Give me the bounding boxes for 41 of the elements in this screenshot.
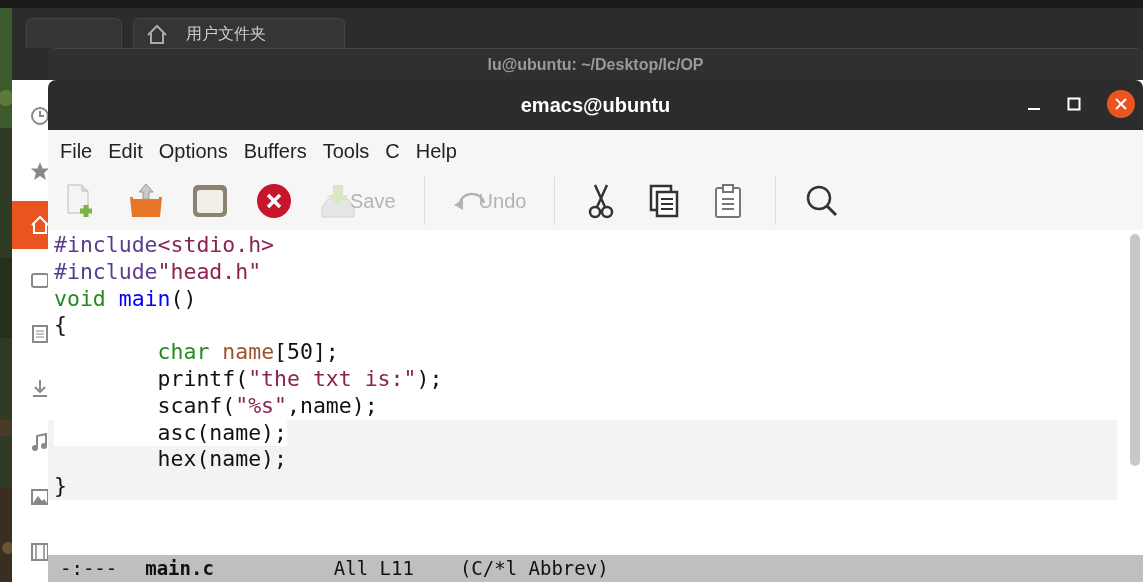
music-icon (30, 432, 50, 453)
open-button[interactable] (128, 183, 164, 219)
buffer-name: main.c (145, 556, 214, 582)
code-line: printf("the txt is:"); (156, 366, 443, 393)
folder-upload-icon (128, 183, 164, 219)
close-icon[interactable] (1107, 90, 1135, 118)
folder-icon (192, 183, 228, 219)
menu-item[interactable]: Tools (314, 136, 378, 166)
clock-icon (30, 106, 50, 127)
code-line: { (54, 312, 67, 340)
major-mode: (C/*l Abbrev) (459, 556, 609, 582)
code-line: char name[50]; (156, 339, 339, 366)
code-line: } (54, 473, 67, 500)
buffer-position: All L11 (333, 556, 414, 582)
window-title: emacs@ubuntu (520, 93, 671, 118)
scrollbar-thumb[interactable] (1130, 234, 1140, 466)
code-line: #include"head.h" (54, 258, 262, 286)
star-icon (30, 160, 50, 181)
dired-button[interactable] (192, 183, 228, 219)
image-icon (30, 487, 50, 508)
close-circle-icon (256, 183, 292, 219)
code-line: void main() (54, 285, 197, 313)
maximize-icon[interactable] (1067, 97, 1081, 111)
terminal-title: lu@ubuntu: ~/Desktop/lc/OP (486, 55, 705, 75)
menu-item[interactable]: Edit (100, 136, 151, 166)
path-button[interactable]: 用户文件夹 (133, 18, 345, 48)
code-line: hex(name); (156, 446, 287, 474)
menu-item[interactable]: Help (407, 136, 465, 166)
menu-item[interactable]: Buffers (235, 136, 315, 166)
download-icon (30, 378, 50, 399)
menu-item[interactable]: C (377, 136, 408, 166)
mode-line-status: -:--- (60, 556, 118, 582)
menu-item[interactable]: File (52, 136, 101, 166)
menu-item[interactable]: Options (150, 136, 236, 166)
home-icon (146, 24, 168, 44)
close-button[interactable] (256, 183, 292, 219)
document-icon (30, 323, 50, 344)
path-label: 用户文件夹 (186, 24, 266, 44)
code-line: #include<stdio.h> (54, 232, 275, 259)
video-icon (30, 541, 50, 562)
code-line: scanf("%s",name); (156, 392, 378, 420)
